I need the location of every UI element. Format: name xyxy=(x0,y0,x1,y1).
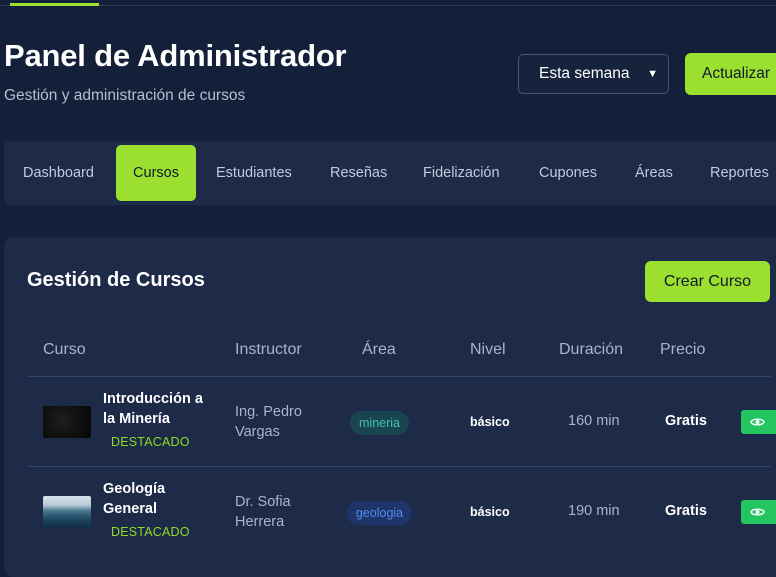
level-value: básico xyxy=(470,505,510,519)
column-header-instructor[interactable]: Instructor xyxy=(235,341,302,359)
featured-label: DESTACADO xyxy=(111,525,190,539)
instructor-name: Dr. Sofia Herrera xyxy=(235,494,291,530)
duration-value: 190 min xyxy=(568,503,620,519)
page-title: Panel de Administrador xyxy=(4,38,347,73)
eye-icon xyxy=(750,418,765,426)
tab-areas[interactable]: Áreas xyxy=(635,145,673,201)
period-select-value: Esta semana xyxy=(539,65,630,82)
admin-tabs: Dashboard Cursos Estudiantes Reseñas Fid… xyxy=(4,141,776,205)
course-name[interactable]: Introducción a la Minería xyxy=(103,389,213,429)
course-thumbnail xyxy=(43,406,91,438)
column-header-duration[interactable]: Duración xyxy=(559,341,623,359)
course-thumbnail xyxy=(43,496,91,528)
area-badge: mineria xyxy=(350,411,409,435)
price-value: Gratis xyxy=(665,503,707,519)
tab-cursos[interactable]: Cursos xyxy=(116,145,196,201)
eye-icon xyxy=(750,508,765,516)
row-divider xyxy=(27,466,771,467)
tab-estudiantes[interactable]: Estudiantes xyxy=(216,145,292,201)
area-badge: geologia xyxy=(347,501,412,525)
column-header-area[interactable]: Área xyxy=(362,341,396,359)
topbar-active-indicator xyxy=(10,3,99,6)
create-course-button[interactable]: Crear Curso xyxy=(645,261,770,302)
level-value: básico xyxy=(470,415,510,429)
period-select[interactable]: Esta semana ▼ xyxy=(518,54,669,94)
page-subtitle: Gestión y administración de cursos xyxy=(4,87,246,104)
view-course-button[interactable] xyxy=(741,410,776,434)
topbar-divider xyxy=(0,5,776,6)
table-header-divider xyxy=(27,376,771,377)
tab-cupones[interactable]: Cupones xyxy=(539,145,597,201)
column-header-price[interactable]: Precio xyxy=(660,341,705,359)
price-value: Gratis xyxy=(665,413,707,429)
tab-resenas[interactable]: Reseñas xyxy=(330,145,387,201)
duration-value: 160 min xyxy=(568,413,620,429)
view-course-button[interactable] xyxy=(741,500,776,524)
instructor-name: Ing. Pedro Vargas xyxy=(235,404,302,440)
column-header-course[interactable]: Curso xyxy=(43,341,86,359)
tab-reportes[interactable]: Reportes xyxy=(710,145,769,201)
tab-fidelizacion[interactable]: Fidelización xyxy=(423,145,500,201)
chevron-down-icon: ▼ xyxy=(647,68,658,80)
tab-dashboard[interactable]: Dashboard xyxy=(23,145,94,201)
update-button[interactable]: Actualizar xyxy=(685,53,776,95)
course-name[interactable]: Geología General xyxy=(103,479,213,519)
column-header-level[interactable]: Nivel xyxy=(470,341,506,359)
courses-title: Gestión de Cursos xyxy=(27,269,205,291)
featured-label: DESTACADO xyxy=(111,435,190,449)
